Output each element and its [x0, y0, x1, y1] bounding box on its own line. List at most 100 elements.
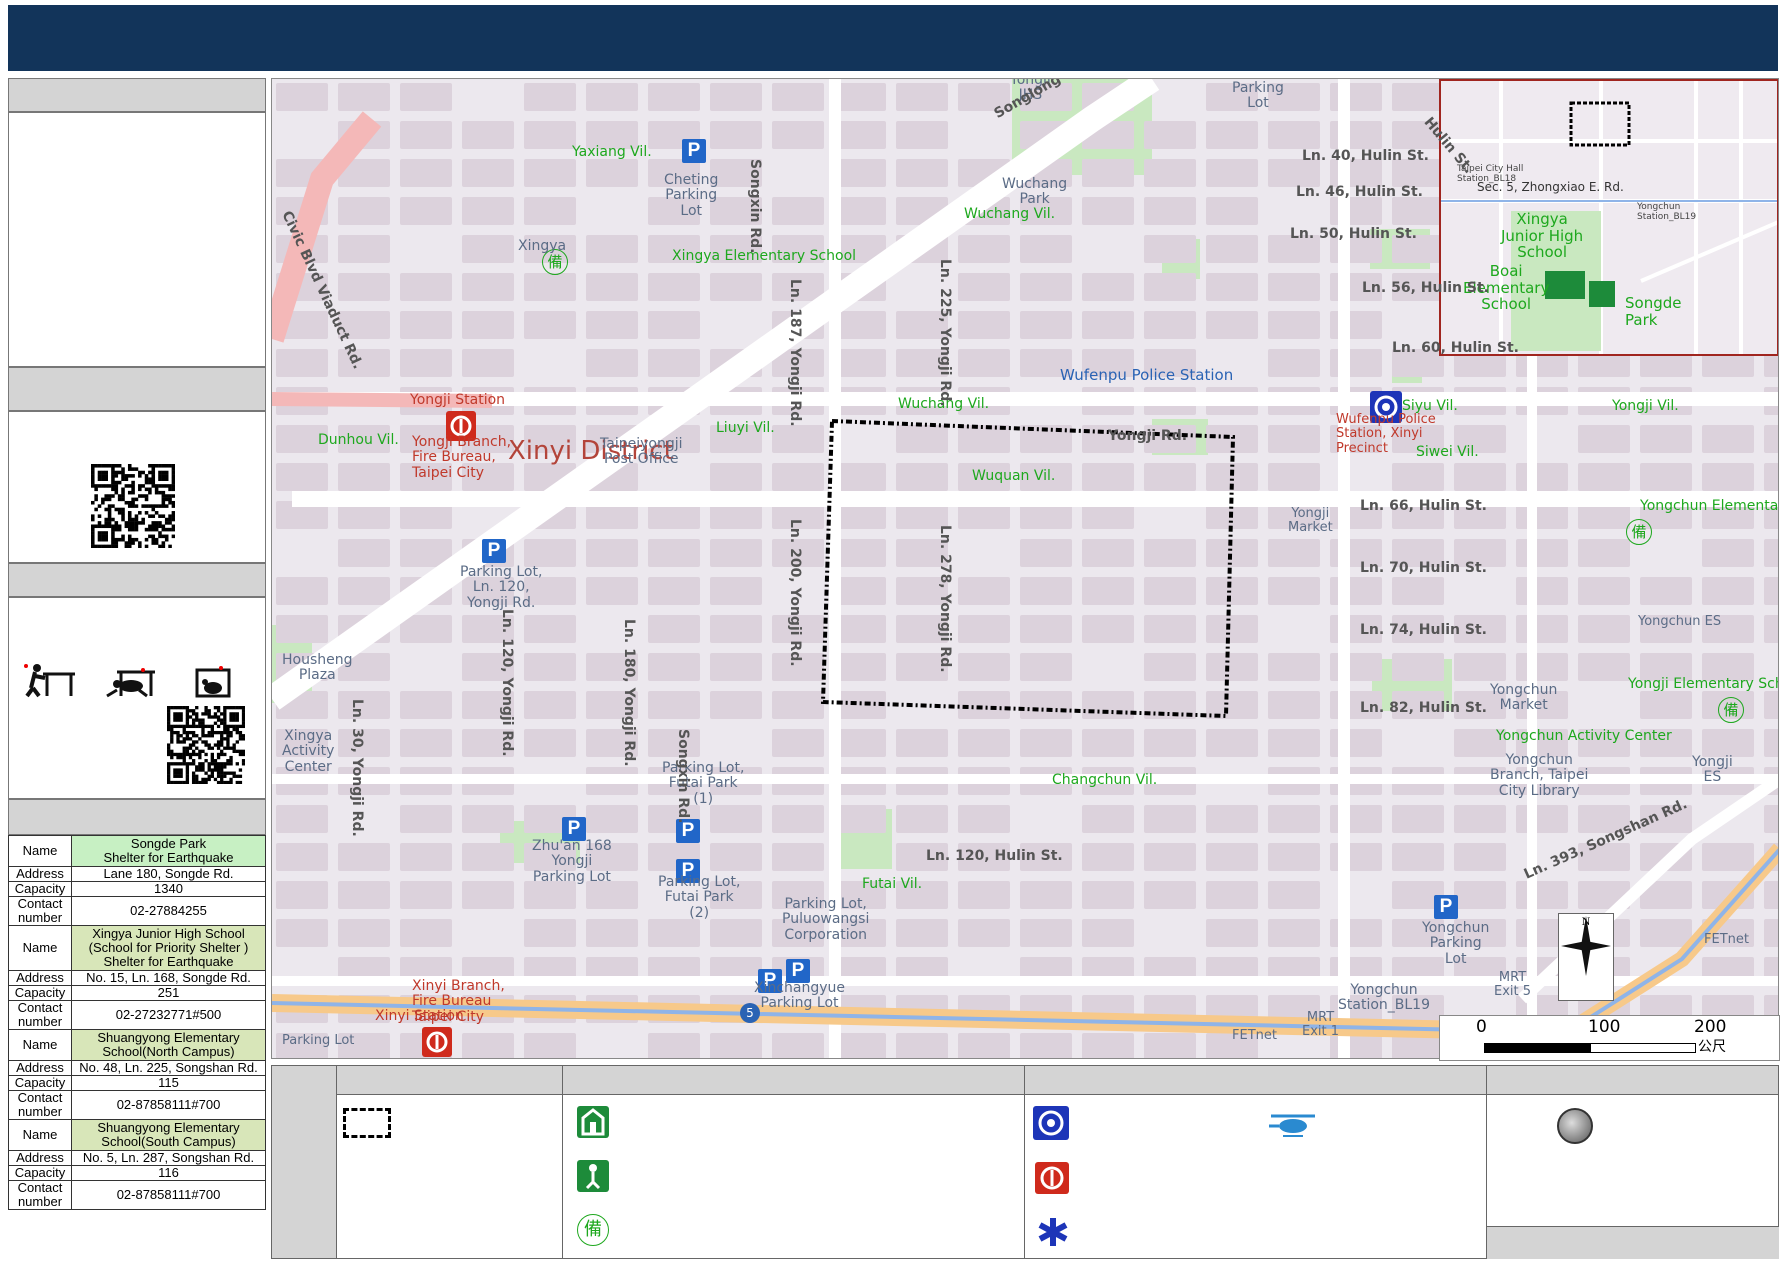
drill-icons — [24, 664, 231, 698]
shelter-field-label: Name — [8, 1029, 72, 1061]
boundary-symbol — [343, 1108, 391, 1138]
shelter-field-label: Capacity — [8, 985, 72, 1001]
map-label: Liuyi Vil. — [716, 420, 775, 436]
reserve-shelter-icon: 備 — [577, 1214, 609, 1246]
earthquake-shelter-icon — [577, 1160, 609, 1192]
shelter-field-value: 251 — [71, 985, 266, 1001]
map-label: Yongji Station — [410, 392, 506, 408]
map-label: Ln. 50, Hulin St. — [1290, 226, 1417, 242]
panel-header-shelters — [8, 799, 266, 835]
shelter-row: Address Lane 180, Songde Rd. — [8, 866, 266, 882]
legend-footer-cell — [1487, 1226, 1779, 1259]
shelter-row: Address No. 48, Ln. 225, Songshan Rd. — [8, 1060, 266, 1076]
road-label: Ln. 200, Yongji Rd. — [787, 519, 803, 667]
poi-label: Yongchun Parking Lot — [1422, 920, 1490, 967]
road-label: Ln. 278, Yongji Rd. — [937, 525, 953, 673]
reserve-shelter-icon[interactable]: 備 — [1718, 697, 1744, 723]
poi-label: Xinyi Branch, Fire Bureau Taipei City — [412, 978, 505, 1025]
shelter-field-value: Shuangyong Elementary School(North Campu… — [71, 1029, 266, 1061]
reserve-shelter-icon[interactable]: 備 — [1626, 519, 1652, 545]
meeting-point-icon — [1557, 1108, 1593, 1144]
scale-bar: 0 100 200 公尺 — [1439, 1015, 1780, 1061]
shelter-row: Capacity 115 — [8, 1075, 266, 1091]
map-label: Yongchun Activity Center — [1496, 728, 1672, 744]
map-label: Yongchun ES — [1638, 614, 1722, 629]
map-label: Ln. 82, Hulin St. — [1360, 700, 1487, 716]
map-label: Wuchang Vil. — [964, 206, 1056, 222]
parking-icon[interactable]: P — [682, 139, 706, 163]
shelter-field-label: Address — [8, 970, 72, 986]
panel-header-drill — [8, 563, 266, 597]
scale-label: 200 — [1694, 1017, 1727, 1037]
poi-label: Parking Lot, Futai Park (2) — [658, 874, 741, 921]
fire-station-icon[interactable] — [422, 1027, 452, 1057]
shelter-row: Address No. 5, Ln. 287, Songshan Rd. — [8, 1150, 266, 1166]
qr-code[interactable] — [167, 706, 245, 784]
shelter-field-value: Songde Park Shelter for Earthquake — [71, 835, 266, 867]
qr-code[interactable] — [91, 464, 175, 548]
fire-icon — [1035, 1162, 1069, 1194]
panel-description — [8, 112, 266, 367]
panel-qr — [8, 411, 266, 563]
map-label: Ln. 74, Hulin St. — [1360, 622, 1487, 638]
scale-unit: 公尺 — [1698, 1039, 1726, 1055]
map-label: Ln. 56, Hulin St. — [1362, 280, 1489, 296]
shelter-field-label: Address — [8, 1060, 72, 1076]
poi-label: MRT Exit 5 — [1494, 970, 1532, 1000]
shelter-field-value: 02-27884255 — [71, 896, 266, 926]
poi-label: Yongchun Branch, Taipei City Library — [1490, 752, 1589, 799]
map-label: Parking Lot — [282, 1033, 355, 1048]
shelter-field-label: Capacity — [8, 1075, 72, 1091]
inset-map[interactable]: Sec. 5, Zhongxiao E. Rd. Xingya Junior H… — [1439, 79, 1778, 356]
poi-label: Cheting Parking Lot — [664, 172, 719, 219]
parking-icon[interactable]: P — [482, 539, 506, 563]
map-label: Yongji Elementary School — [1628, 676, 1778, 692]
map-label: Yongchun Elementary School — [1640, 498, 1779, 514]
poi-label: Yongchun Market — [1490, 682, 1558, 714]
map-label: Ln. 46, Hulin St. — [1296, 184, 1423, 200]
shelter-row: Name Songde Park Shelter for Earthquake — [8, 835, 266, 867]
inset-label: Xingya Junior High School — [1501, 210, 1584, 261]
scale-label: 100 — [1588, 1017, 1621, 1037]
poi-label: Yongji Market — [1288, 506, 1333, 536]
poi-label: Yongji Branch, Fire Bureau, Taipei City — [412, 434, 512, 481]
drop-icon — [24, 664, 75, 698]
inset-label: Yongchun Station_BL19 — [1637, 202, 1697, 222]
shelter-field-label: Name — [8, 835, 72, 867]
cover-icon — [106, 668, 155, 698]
north-arrow: N — [1558, 913, 1614, 1001]
road-label: Songxin Rd. — [747, 159, 763, 254]
map-label: Xingya Elementary School — [672, 248, 857, 264]
shelter-field-value: 02-27232771#500 — [71, 1000, 266, 1030]
shelter-field-value: No. 48, Ln. 225, Songshan Rd. — [71, 1060, 266, 1076]
road-label: Ln. 120, Yongji Rd. — [499, 609, 515, 757]
poi-label: MRT Exit 1 — [1302, 1010, 1340, 1040]
shelter-field-value: 115 — [71, 1075, 266, 1091]
map-label: FETnet — [1232, 1028, 1277, 1043]
shelter-row: Capacity 251 — [8, 985, 266, 1001]
road-label: Ln. 225, Yongji Rd. — [937, 259, 953, 407]
shelter-table: Name Songde Park Shelter for Earthquake Ad… — [8, 835, 266, 1210]
shelter-row: Name Shuangyong Elementary School(North C… — [8, 1029, 266, 1061]
road-label: Ln. 187, Yongji Rd. — [787, 279, 803, 427]
map-label: Wuquan Vil. — [972, 468, 1056, 484]
shelter-row: Name Shuangyong Elementary School(South C… — [8, 1119, 266, 1151]
map-label: Wufenpu Police Station — [1060, 366, 1234, 384]
shelter-field-label: Contact number — [8, 1090, 72, 1120]
parking-icon[interactable]: P — [1434, 895, 1458, 919]
legend-col-facilities — [1024, 1066, 1486, 1258]
shelter-row: Contact number 02-27884255 — [8, 896, 266, 926]
scale-label: 0 — [1476, 1017, 1487, 1037]
poi-label: Yongchun Station_BL19 — [1338, 982, 1430, 1014]
map-label: Ln. 120, Hulin St. — [926, 848, 1063, 864]
shelter-field-value: 1340 — [71, 881, 266, 897]
map-view[interactable]: Xinyi District P P P P P P P P 備 備 備 5 S… — [271, 78, 1779, 1059]
hold-on-icon — [195, 666, 231, 698]
panel-header-qr — [8, 367, 266, 411]
map-label: Yongji Rd. — [1108, 428, 1188, 444]
poi-label: Wufenpu Police Station, Xinyi Precinct — [1336, 412, 1436, 456]
shelter-row: Name Xingya Junior High School (School fo… — [8, 925, 266, 971]
header-bar — [8, 5, 1778, 71]
panel-header-description — [8, 78, 266, 112]
poi-label: Wuchang Park — [1002, 176, 1068, 208]
